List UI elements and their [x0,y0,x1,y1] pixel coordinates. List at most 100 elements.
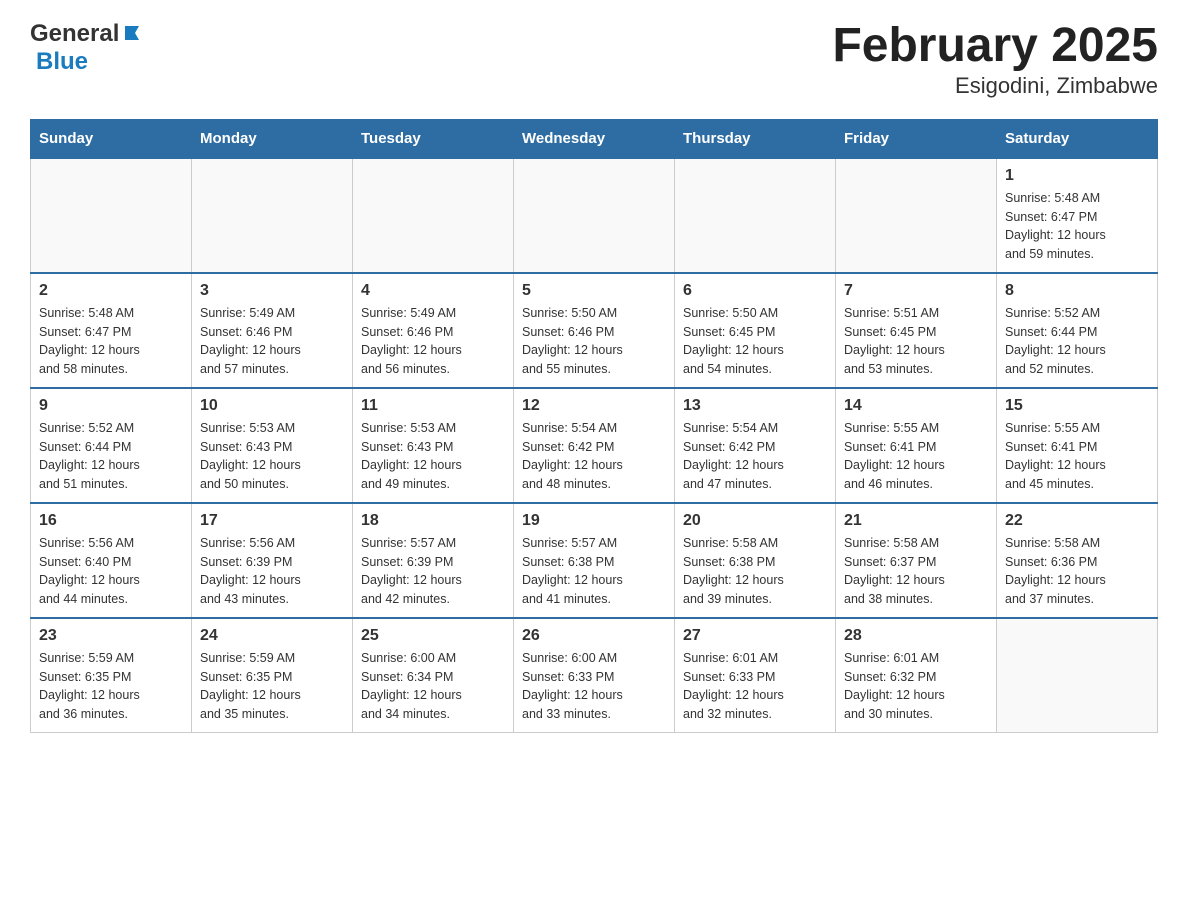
table-row: 8 Sunrise: 5:52 AM Sunset: 6:44 PM Daylig… [997,273,1158,388]
table-row: 18 Sunrise: 5:57 AM Sunset: 6:39 PM Dayli… [353,503,514,618]
day-info: Sunrise: 5:52 AM Sunset: 6:44 PM Dayligh… [1005,304,1149,379]
day-info: Sunrise: 5:49 AM Sunset: 6:46 PM Dayligh… [361,304,505,379]
logo: General Blue [30,20,143,76]
table-row: 27 Sunrise: 6:01 AM Sunset: 6:33 PM Dayli… [675,618,836,733]
day-info: Sunrise: 5:58 AM Sunset: 6:38 PM Dayligh… [683,534,827,609]
table-row: 11 Sunrise: 5:53 AM Sunset: 6:43 PM Dayli… [353,388,514,503]
day-number: 18 [361,512,505,530]
table-row: 16 Sunrise: 5:56 AM Sunset: 6:40 PM Dayli… [31,503,192,618]
day-number: 22 [1005,512,1149,530]
day-number: 7 [844,282,988,300]
day-number: 24 [200,627,344,645]
table-row: 5 Sunrise: 5:50 AM Sunset: 6:46 PM Daylig… [514,273,675,388]
day-info: Sunrise: 6:00 AM Sunset: 6:34 PM Dayligh… [361,649,505,724]
day-number: 21 [844,512,988,530]
day-number: 20 [683,512,827,530]
day-number: 3 [200,282,344,300]
table-row: 1Sunrise: 5:48 AM Sunset: 6:47 PM Daylig… [997,158,1158,273]
calendar-table: SundayMondayTuesdayWednesdayThursdayFrid… [30,119,1158,733]
header-monday: Monday [192,119,353,158]
day-number: 13 [683,397,827,415]
calendar-body: 1Sunrise: 5:48 AM Sunset: 6:47 PM Daylig… [31,158,1158,733]
day-info: Sunrise: 6:01 AM Sunset: 6:32 PM Dayligh… [844,649,988,724]
table-row: 24 Sunrise: 5:59 AM Sunset: 6:35 PM Dayli… [192,618,353,733]
day-number: 27 [683,627,827,645]
day-number: 26 [522,627,666,645]
header-row: SundayMondayTuesdayWednesdayThursdayFrid… [31,119,1158,158]
day-number: 28 [844,627,988,645]
day-number: 6 [683,282,827,300]
day-number: 14 [844,397,988,415]
calendar-title: February 2025 [832,20,1158,73]
day-number: 5 [522,282,666,300]
day-info: Sunrise: 5:58 AM Sunset: 6:36 PM Dayligh… [1005,534,1149,609]
day-info: Sunrise: 5:54 AM Sunset: 6:42 PM Dayligh… [683,419,827,494]
week-row-3: 9 Sunrise: 5:52 AM Sunset: 6:44 PM Daylig… [31,388,1158,503]
day-info: Sunrise: 5:57 AM Sunset: 6:39 PM Dayligh… [361,534,505,609]
table-row: 20 Sunrise: 5:58 AM Sunset: 6:38 PM Dayli… [675,503,836,618]
day-info: Sunrise: 5:53 AM Sunset: 6:43 PM Dayligh… [361,419,505,494]
day-number: 25 [361,627,505,645]
table-row [353,158,514,273]
day-number: 11 [361,397,505,415]
table-row: 23 Sunrise: 5:59 AM Sunset: 6:35 PM Dayli… [31,618,192,733]
table-row: 25 Sunrise: 6:00 AM Sunset: 6:34 PM Dayli… [353,618,514,733]
day-info: Sunrise: 5:56 AM Sunset: 6:40 PM Dayligh… [39,534,183,609]
logo-flag-icon [121,22,143,44]
day-number: 16 [39,512,183,530]
table-row [836,158,997,273]
table-row: 13 Sunrise: 5:54 AM Sunset: 6:42 PM Dayli… [675,388,836,503]
day-number: 2 [39,282,183,300]
table-row: 21 Sunrise: 5:58 AM Sunset: 6:37 PM Dayli… [836,503,997,618]
header-saturday: Saturday [997,119,1158,158]
table-row: 9 Sunrise: 5:52 AM Sunset: 6:44 PM Daylig… [31,388,192,503]
table-row: 19 Sunrise: 5:57 AM Sunset: 6:38 PM Dayli… [514,503,675,618]
day-info: Sunrise: 5:52 AM Sunset: 6:44 PM Dayligh… [39,419,183,494]
day-info: Sunrise: 5:51 AM Sunset: 6:45 PM Dayligh… [844,304,988,379]
day-number: 9 [39,397,183,415]
table-row: 12Sunrise: 5:54 AM Sunset: 6:42 PM Dayli… [514,388,675,503]
table-row: 7 Sunrise: 5:51 AM Sunset: 6:45 PM Daylig… [836,273,997,388]
day-info: Sunrise: 5:57 AM Sunset: 6:38 PM Dayligh… [522,534,666,609]
table-row: 6 Sunrise: 5:50 AM Sunset: 6:45 PM Daylig… [675,273,836,388]
day-info: Sunrise: 5:55 AM Sunset: 6:41 PM Dayligh… [844,419,988,494]
calendar-header: SundayMondayTuesdayWednesdayThursdayFrid… [31,119,1158,158]
header-wednesday: Wednesday [514,119,675,158]
week-row-2: 2 Sunrise: 5:48 AM Sunset: 6:47 PM Daylig… [31,273,1158,388]
table-row [192,158,353,273]
table-row: 2 Sunrise: 5:48 AM Sunset: 6:47 PM Daylig… [31,273,192,388]
logo-general-text: General [30,20,119,48]
day-info: Sunrise: 5:49 AM Sunset: 6:46 PM Dayligh… [200,304,344,379]
day-info: Sunrise: 5:59 AM Sunset: 6:35 PM Dayligh… [39,649,183,724]
table-row: 26Sunrise: 6:00 AM Sunset: 6:33 PM Dayli… [514,618,675,733]
day-info: Sunrise: 5:58 AM Sunset: 6:37 PM Dayligh… [844,534,988,609]
header-thursday: Thursday [675,119,836,158]
week-row-5: 23 Sunrise: 5:59 AM Sunset: 6:35 PM Dayli… [31,618,1158,733]
day-number: 8 [1005,282,1149,300]
day-info: Sunrise: 5:50 AM Sunset: 6:45 PM Dayligh… [683,304,827,379]
day-number: 19 [522,512,666,530]
table-row: 14 Sunrise: 5:55 AM Sunset: 6:41 PM Dayli… [836,388,997,503]
day-number: 10 [200,397,344,415]
table-row [514,158,675,273]
day-info: Sunrise: 5:55 AM Sunset: 6:41 PM Dayligh… [1005,419,1149,494]
table-row: 17Sunrise: 5:56 AM Sunset: 6:39 PM Dayli… [192,503,353,618]
day-info: Sunrise: 5:50 AM Sunset: 6:46 PM Dayligh… [522,304,666,379]
table-row: 15Sunrise: 5:55 AM Sunset: 6:41 PM Dayli… [997,388,1158,503]
table-row [31,158,192,273]
header-sunday: Sunday [31,119,192,158]
logo-blue-text: Blue [36,48,88,76]
day-info: Sunrise: 5:48 AM Sunset: 6:47 PM Dayligh… [1005,189,1149,264]
day-info: Sunrise: 6:01 AM Sunset: 6:33 PM Dayligh… [683,649,827,724]
table-row [675,158,836,273]
day-number: 17 [200,512,344,530]
table-row: 4 Sunrise: 5:49 AM Sunset: 6:46 PM Daylig… [353,273,514,388]
week-row-1: 1Sunrise: 5:48 AM Sunset: 6:47 PM Daylig… [31,158,1158,273]
day-number: 23 [39,627,183,645]
day-number: 4 [361,282,505,300]
table-row: 3 Sunrise: 5:49 AM Sunset: 6:46 PM Daylig… [192,273,353,388]
table-row: 28 Sunrise: 6:01 AM Sunset: 6:32 PM Dayli… [836,618,997,733]
day-info: Sunrise: 5:59 AM Sunset: 6:35 PM Dayligh… [200,649,344,724]
day-info: Sunrise: 5:48 AM Sunset: 6:47 PM Dayligh… [39,304,183,379]
table-row: 22 Sunrise: 5:58 AM Sunset: 6:36 PM Dayli… [997,503,1158,618]
